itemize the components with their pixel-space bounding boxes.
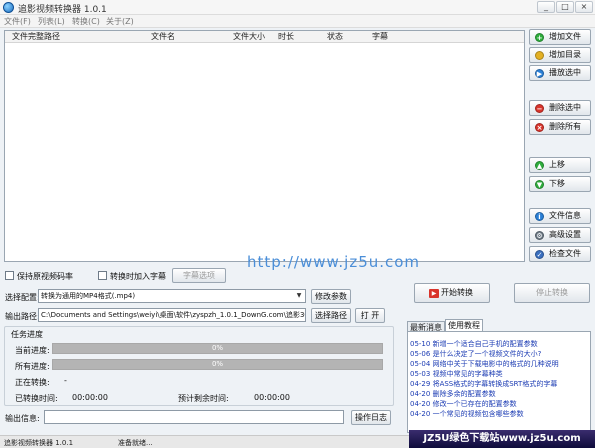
converting-label: 正在转换: [15,378,50,387]
column-header-duration[interactable]: 时长 [278,31,294,43]
close-button[interactable]: × [575,1,593,13]
output-path-label: 输出路径: [5,312,40,321]
keep-bitrate-checkbox[interactable] [5,271,14,280]
news-item[interactable]: 05-10 新增一个适合自己手机的配置参数 [410,340,538,349]
move-down-button[interactable]: ▼ 下移 [529,176,591,192]
news-item[interactable]: 04-20 一个常见的视频包含哪些参数 [410,410,524,419]
window-title: 追影视频转换器 1.0.1 [18,5,107,15]
stop-convert-button[interactable]: 停止转换 [514,283,590,303]
output-path-field[interactable]: C:\Documents and Settings\weiyi\桌面\软件\zy… [38,308,306,322]
news-item[interactable]: 05-03 视频中常见的字幕种类 [410,370,503,379]
current-progress-label: 当前进度: [15,346,50,355]
config-select[interactable]: 转换为通用的MP4格式(.mp4) ▼ [38,289,306,303]
news-item[interactable]: 04-20 删除多余的配置参数 [410,390,496,399]
start-icon: ▶ [429,289,439,298]
open-folder-button[interactable]: 打 开 [355,308,385,323]
current-progress-bar: 0% [52,343,383,354]
remaining-time-value: 00:00:00 [254,393,290,402]
menu-about[interactable]: 关于(Z) [106,16,134,27]
column-header-name[interactable]: 文件名 [151,31,175,43]
watermark-url: http://www.jz5u.com [247,253,421,271]
file-list[interactable]: 文件完整路径 文件名 文件大小 时长 状态 字幕 [4,30,525,262]
all-progress-label: 所有进度: [15,362,50,371]
file-list-header: 文件完整路径 文件名 文件大小 时长 状态 字幕 [5,31,524,43]
maximize-button[interactable]: □ [556,1,574,13]
elapsed-time-label: 已转换时间: [15,394,58,403]
subtitle-options-button[interactable]: 字幕选项 [172,268,226,283]
menu-convert[interactable]: 转换(C) [72,16,100,27]
play-selected-button[interactable]: ▶ 播放选中 [529,65,591,81]
remove-all-button[interactable]: × 删除所有 [529,119,591,135]
remaining-time-label: 预计剩余时间: [178,394,229,403]
settings-icon: ⚙ [535,231,544,240]
check-icon: ✓ [535,250,544,259]
advanced-settings-button[interactable]: ⚙ 高级设置 [529,227,591,243]
all-progress-bar: 0% [52,359,383,370]
add-subtitle-label: 转换时加入字幕 [110,272,166,281]
status-app-name: 追影视频转换器 1.0.1 [4,439,74,447]
title-bar: 追影视频转换器 1.0.1 _ □ × [0,0,595,15]
task-progress-title: 任务进度 [9,329,45,340]
delete-all-icon: × [535,123,544,132]
info-icon: i [535,212,544,221]
file-info-button[interactable]: i 文件信息 [529,208,591,224]
choose-path-button[interactable]: 选择路径 [311,308,351,323]
output-info-label: 输出信息: [5,414,40,423]
menu-list[interactable]: 列表(L) [38,16,65,27]
operation-log-button[interactable]: 操作日志 [351,410,391,425]
news-item[interactable]: 04-20 修改一个已存在的配置参数 [410,400,517,409]
down-icon: ▼ [535,180,544,189]
status-state: 准备就绪... [118,439,153,447]
menu-bar: 文件(F) 列表(L) 转换(C) 关于(Z) [0,15,595,28]
column-header-size[interactable]: 文件大小 [233,31,265,43]
brand-banner: JZ5U绿色下载站www.jz5u.com [409,430,595,448]
column-header-path[interactable]: 文件完整路径 [12,31,60,43]
keep-bitrate-label: 保持原视频码率 [17,272,73,281]
add-folder-button[interactable]: 增加目录 [529,47,591,63]
add-file-button[interactable]: + 增加文件 [529,29,591,45]
config-label: 选择配置: [5,293,40,302]
up-icon: ▲ [535,161,544,170]
output-info-field [44,410,344,424]
news-item[interactable]: 05-06 是什么决定了一个视频文件的大小? [410,350,541,359]
add-subtitle-checkbox[interactable] [98,271,107,280]
elapsed-time-value: 00:00:00 [72,393,108,402]
start-convert-button[interactable]: ▶ 开始转换 [414,283,490,303]
play-icon: ▶ [535,69,544,78]
converting-value: - [64,376,67,385]
remove-selected-button[interactable]: − 删除选中 [529,100,591,116]
news-item[interactable]: 05-04 网络中关于下载电影中的格式的几种说明 [410,360,559,369]
edit-params-button[interactable]: 修改参数 [311,289,351,304]
chevron-down-icon: ▼ [296,292,302,299]
remove-icon: − [535,104,544,113]
column-header-subtitle[interactable]: 字幕 [372,31,388,43]
folder-icon [535,51,544,60]
add-icon: + [535,33,544,42]
menu-file[interactable]: 文件(F) [4,16,31,27]
minimize-button[interactable]: _ [537,1,555,13]
column-header-status[interactable]: 状态 [327,31,343,43]
app-icon [3,2,14,13]
move-up-button[interactable]: ▲ 上移 [529,157,591,173]
check-file-button[interactable]: ✓ 检查文件 [529,246,591,262]
news-item[interactable]: 04-29 将ASS格式的字幕转换成SRT格式的字幕 [410,380,557,389]
